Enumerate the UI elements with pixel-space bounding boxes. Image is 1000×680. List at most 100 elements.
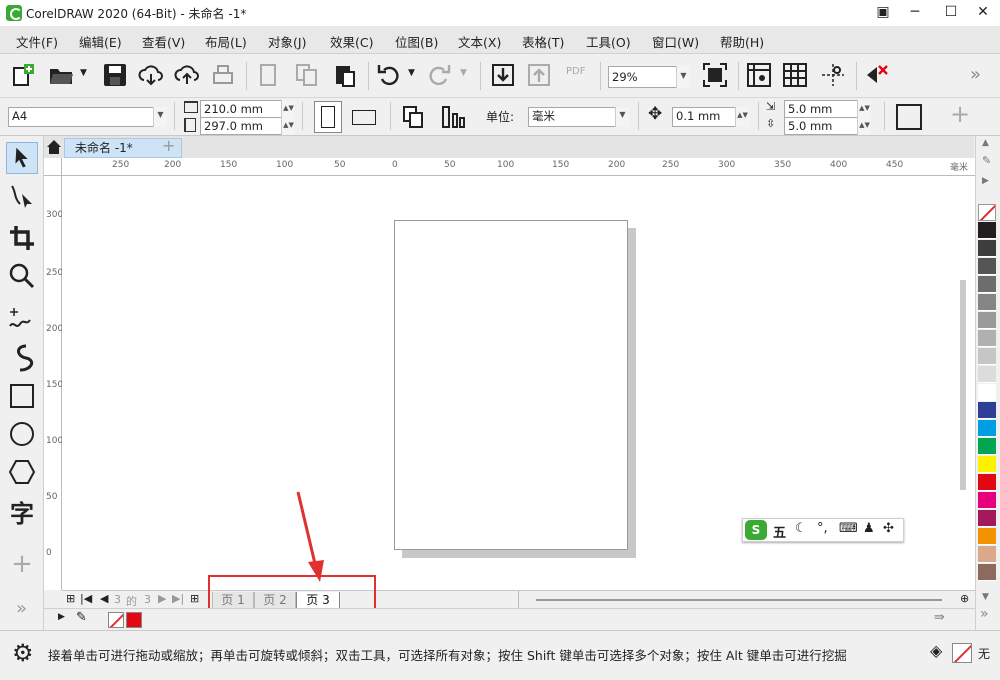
landscape-button[interactable] xyxy=(350,101,380,133)
ime-punct-icon[interactable]: °, xyxy=(817,521,828,536)
palette-swatch[interactable] xyxy=(978,528,996,545)
rectangle-tool-icon[interactable] xyxy=(6,380,38,412)
polygon-tool-icon[interactable] xyxy=(6,456,38,488)
zoom-level-input[interactable]: 29% xyxy=(608,66,678,88)
palette-pick-icon[interactable]: ✎ xyxy=(982,154,991,167)
add-tool-icon[interactable]: + xyxy=(6,548,38,580)
duplicate-x-spinner[interactable]: ▲▼ xyxy=(857,100,871,118)
show-guidelines-icon[interactable] xyxy=(820,62,846,88)
page-width-input[interactable]: 210.0 mm xyxy=(200,100,282,118)
palette-menu-icon[interactable]: ▶ xyxy=(982,176,989,186)
artistic-media-tool-icon[interactable] xyxy=(6,342,38,374)
page-width-spinner[interactable]: ▲▼ xyxy=(281,100,295,118)
portrait-button[interactable] xyxy=(314,101,342,133)
show-grid-icon[interactable] xyxy=(782,62,808,88)
menu-object[interactable]: 对象(J) xyxy=(268,32,306,51)
page-height-spinner[interactable]: ▲▼ xyxy=(281,117,295,135)
full-screen-icon[interactable] xyxy=(702,62,728,88)
unit-select[interactable]: 毫米 xyxy=(528,107,616,127)
palette-swatch[interactable] xyxy=(978,240,996,257)
palette-expand-icon[interactable]: ▶ xyxy=(58,612,65,622)
menu-window[interactable]: 窗口(W) xyxy=(652,32,699,51)
menu-table[interactable]: 表格(T) xyxy=(522,32,564,51)
nudge-distance-input[interactable]: 0.1 mm xyxy=(672,107,736,127)
horizontal-ruler[interactable]: 250 200 150 100 50 0 50 100 150 200 250 … xyxy=(62,158,975,176)
palette-overflow-icon[interactable]: » xyxy=(980,606,989,622)
toolbox-overflow-icon[interactable]: » xyxy=(16,598,27,619)
save-icon[interactable] xyxy=(102,62,128,88)
palette-swatch[interactable] xyxy=(978,456,996,473)
print-icon[interactable] xyxy=(210,62,236,88)
palette-swatch[interactable] xyxy=(978,402,996,419)
palette-swatch[interactable] xyxy=(978,564,996,581)
undo-icon[interactable] xyxy=(376,62,402,88)
palette-no-color-swatch[interactable] xyxy=(978,204,996,221)
fill-none-swatch[interactable] xyxy=(952,643,972,663)
maximize-button[interactable]: ☐ xyxy=(936,0,966,26)
import-icon[interactable] xyxy=(490,62,516,88)
palette-up-icon[interactable]: ▲ xyxy=(982,138,989,148)
ime-user-icon[interactable]: ♟ xyxy=(863,521,875,536)
shape-tool-icon[interactable] xyxy=(6,180,38,212)
no-color-swatch[interactable] xyxy=(108,612,124,628)
cloud-upload-icon[interactable] xyxy=(174,62,200,88)
next-page-icon[interactable]: ▶ xyxy=(158,592,166,605)
palette-swatch[interactable] xyxy=(978,366,996,383)
palette-swatch[interactable] xyxy=(978,438,996,455)
treat-as-filled-icon[interactable] xyxy=(896,104,922,130)
snap-off-icon[interactable] xyxy=(864,62,890,88)
palette-down-icon[interactable]: ▼ xyxy=(982,592,989,602)
menu-edit[interactable]: 编辑(E) xyxy=(79,32,122,51)
toolbar-overflow-icon[interactable]: » xyxy=(970,64,981,85)
palette-swatch[interactable] xyxy=(978,420,996,437)
pick-tool-icon[interactable] xyxy=(6,142,38,174)
duplicate-y-spinner[interactable]: ▲▼ xyxy=(857,117,871,135)
home-icon[interactable] xyxy=(46,139,62,155)
ellipse-tool-icon[interactable] xyxy=(6,418,38,450)
menu-tools[interactable]: 工具(O) xyxy=(586,32,631,51)
red-swatch[interactable] xyxy=(126,612,142,628)
undo-dropdown-icon[interactable]: ▼ xyxy=(408,68,415,78)
page-size-select[interactable]: A4 xyxy=(8,107,154,127)
page-size-dropdown-icon[interactable]: ▼ xyxy=(153,107,167,127)
open-dropdown-icon[interactable]: ▼ xyxy=(80,68,87,78)
show-rulers-icon[interactable] xyxy=(746,62,772,88)
current-page-icon[interactable] xyxy=(440,104,468,130)
ime-mode-label[interactable]: 五 xyxy=(773,522,786,541)
menu-text[interactable]: 文本(X) xyxy=(458,32,501,51)
ime-keyboard-icon[interactable]: ⌨ xyxy=(839,521,858,536)
menu-effects[interactable]: 效果(C) xyxy=(330,32,373,51)
ime-apps-icon[interactable]: ✣ xyxy=(883,521,894,536)
palette-swatch[interactable] xyxy=(978,330,996,347)
eyedropper-icon[interactable]: ✎ xyxy=(76,610,87,625)
text-tool-icon[interactable]: 字 xyxy=(6,498,38,530)
unit-dropdown-icon[interactable]: ▼ xyxy=(615,107,629,127)
zoom-tool-icon[interactable] xyxy=(6,260,38,292)
menu-view[interactable]: 查看(V) xyxy=(142,32,185,51)
drawing-page[interactable] xyxy=(394,220,628,550)
open-folder-icon[interactable] xyxy=(48,62,74,88)
vertical-scrollbar[interactable] xyxy=(960,280,966,490)
crop-tool-icon[interactable] xyxy=(6,222,38,254)
paste-icon[interactable] xyxy=(332,62,358,88)
ime-toolbar[interactable]: S 五 ☾ °, ⌨ ♟ ✣ xyxy=(742,518,904,542)
palette-swatch[interactable] xyxy=(978,492,996,509)
menu-file[interactable]: 文件(F) xyxy=(16,32,58,51)
add-property-icon[interactable]: + xyxy=(950,100,970,128)
palette-swatch[interactable] xyxy=(978,474,996,491)
palette-swatch[interactable] xyxy=(978,276,996,293)
add-page-after-icon[interactable]: ⊞ xyxy=(190,592,199,605)
redo-icon[interactable] xyxy=(426,62,452,88)
palette-swatch[interactable] xyxy=(978,348,996,365)
cloud-download-icon[interactable] xyxy=(138,62,164,88)
palette-swatch[interactable] xyxy=(978,546,996,563)
last-page-icon[interactable]: ▶| xyxy=(172,592,184,605)
all-pages-icon[interactable] xyxy=(400,104,428,130)
nudge-spinner[interactable]: ▲▼ xyxy=(735,107,749,127)
ruler-origin[interactable] xyxy=(44,158,62,176)
horizontal-scrollbar[interactable] xyxy=(536,599,942,601)
menu-layout[interactable]: 布局(L) xyxy=(205,32,247,51)
new-document-icon[interactable] xyxy=(10,62,36,88)
palette-scroll-icon[interactable]: ⇛ xyxy=(934,610,945,625)
add-page-before-icon[interactable]: ⊞ xyxy=(66,592,75,605)
